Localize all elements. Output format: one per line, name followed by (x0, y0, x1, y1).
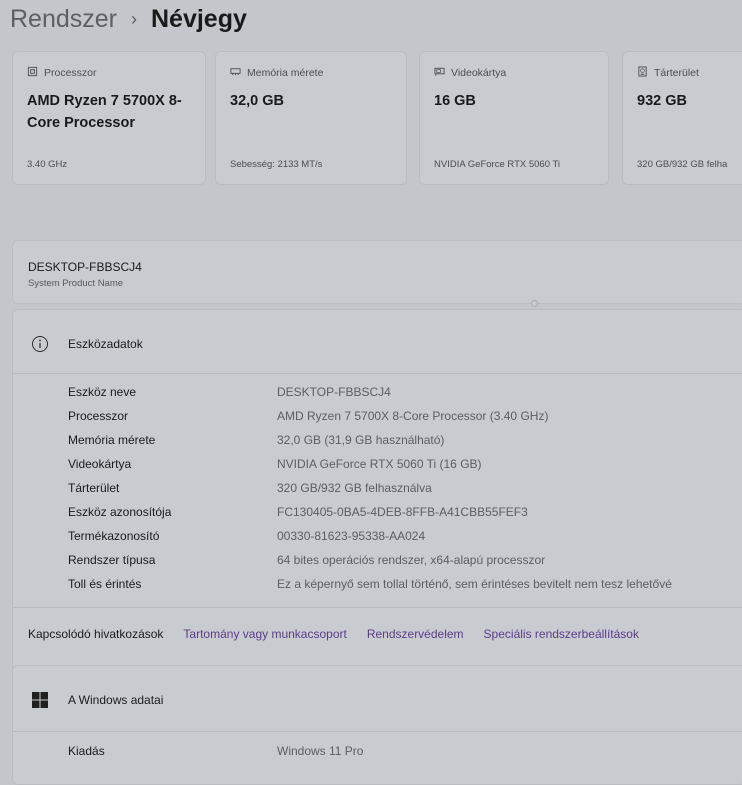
card-sub: 3.40 GHz (27, 159, 68, 170)
spec-key: Rendszer típusa (68, 553, 156, 567)
spec-key: Videokártya (68, 457, 132, 471)
spec-key: Termékazonosító (68, 529, 160, 543)
divider (13, 607, 742, 608)
card-processor[interactable]: Processzor AMD Ryzen 7 5700X 8-Core Proc… (12, 51, 206, 185)
card-value: AMD Ryzen 7 5700X 8-Core Processor (27, 93, 182, 131)
card-sub: NVIDIA GeForce RTX 5060 Ti (434, 159, 561, 170)
storage-icon (637, 66, 648, 80)
card-value: 32,0 GB (230, 93, 284, 109)
card-label: Memória mérete (247, 67, 324, 79)
spec-value: 00330-81623-95338-AA024 (277, 529, 426, 543)
device-name: DESKTOP-FBBSCJ4 (28, 260, 142, 274)
spec-value: 32,0 GB (31,9 GB használható) (277, 433, 445, 447)
device-panel[interactable]: DESKTOP-FBBSCJ4 System Product Name (12, 240, 742, 307)
spec-value: AMD Ryzen 7 5700X 8-Core Processor (3.40… (277, 409, 549, 423)
card-label: Tárterület (654, 67, 699, 79)
spec-value: FC130405-0BA5-4DEB-8FFB-A41CBB55FEF3 (277, 505, 528, 519)
card-gpu[interactable]: Videokártya 16 GB NVIDIA GeForce RTX 506… (419, 51, 609, 185)
spec-value: Ez a képernyő sem tollal történő, sem ér… (277, 577, 672, 591)
card-sub: 320 GB/932 GB felha (637, 159, 728, 170)
spec-key: Tárterület (68, 481, 120, 495)
card-storage[interactable]: Tárterület 932 GB 320 GB/932 GB felha (622, 51, 742, 185)
windows-logo-icon (30, 690, 50, 710)
spec-value: Windows 11 Pro (277, 744, 364, 758)
panel-resize-dot (531, 300, 538, 307)
spec-key: Eszköz neve (68, 385, 137, 399)
spec-value: 64 bites operációs rendszer, x64-alapú p… (277, 553, 546, 567)
page-title: Névjegy (151, 4, 247, 33)
related-links: Kapcsolódó hivatkozások Tartomány vagy m… (28, 627, 639, 641)
spec-key: Kiadás (68, 744, 105, 758)
link-advanced-settings[interactable]: Speciális rendszerbeállítások (484, 627, 639, 641)
breadcrumb-separator: › (131, 8, 137, 29)
related-links-label: Kapcsolódó hivatkozások (28, 627, 164, 641)
device-specs-panel: Eszközadatok Eszköz neve DESKTOP-FBBSCJ4 … (12, 309, 742, 680)
spec-key: Memória mérete (68, 433, 156, 447)
spec-key: Eszköz azonosítója (68, 505, 172, 519)
windows-header[interactable]: A Windows adatai (13, 690, 742, 710)
spec-value: 320 GB/932 GB felhasználva (277, 481, 432, 495)
spec-key: Processzor (68, 409, 129, 423)
spec-value: DESKTOP-FBBSCJ4 (277, 385, 391, 399)
info-icon (30, 334, 50, 354)
link-domain-workgroup[interactable]: Tartomány vagy munkacsoport (183, 627, 346, 641)
specs-title: Eszközadatok (68, 337, 143, 351)
gpu-icon (434, 66, 445, 80)
breadcrumb: Rendszer › Névjegy (10, 2, 247, 36)
card-label: Videokártya (451, 67, 507, 79)
specs-header[interactable]: Eszközadatok (13, 334, 742, 354)
divider (13, 373, 742, 374)
device-model: System Product Name (28, 278, 124, 289)
card-value: 16 GB (434, 93, 476, 109)
link-system-protection[interactable]: Rendszervédelem (367, 627, 464, 641)
card-value: 932 GB (637, 93, 687, 109)
card-sub: Sebesség: 2133 MT/s (230, 159, 323, 170)
windows-title: A Windows adatai (68, 693, 164, 707)
spec-value: NVIDIA GeForce RTX 5060 Ti (16 GB) (277, 457, 482, 471)
divider (13, 731, 742, 732)
windows-panel: A Windows adatai Kiadás Windows 11 Pro (12, 665, 742, 785)
memory-icon (230, 66, 241, 80)
breadcrumb-parent[interactable]: Rendszer (10, 5, 117, 34)
card-label: Processzor (44, 67, 97, 79)
card-memory[interactable]: Memória mérete 32,0 GB Sebesség: 2133 MT… (215, 51, 407, 185)
processor-icon (27, 66, 38, 80)
spec-key: Toll és érintés (68, 577, 142, 591)
